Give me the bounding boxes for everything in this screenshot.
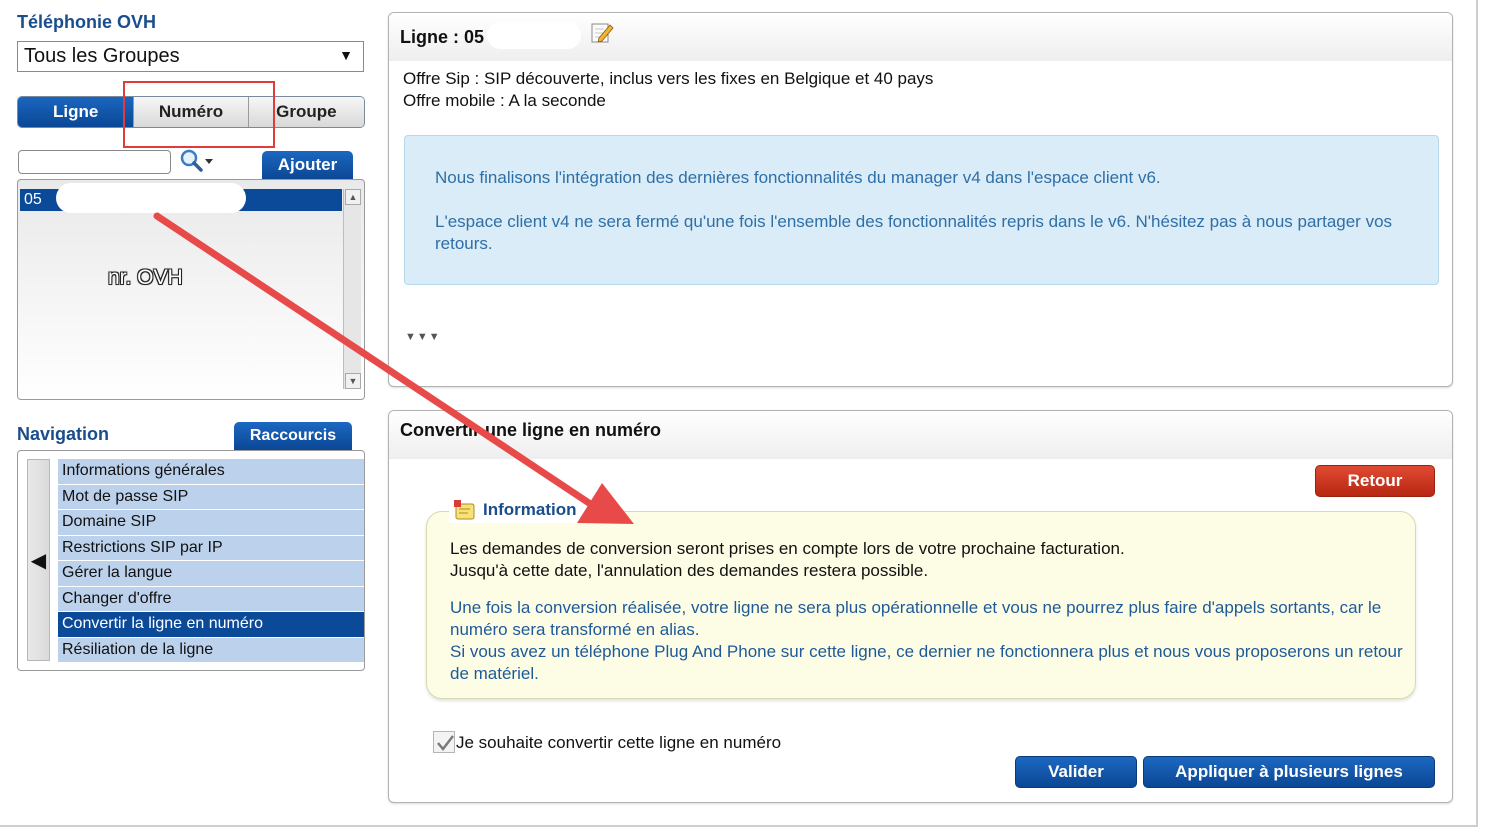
offer-mobile-text: Offre mobile : A la seconde: [403, 91, 606, 110]
scroll-up-icon[interactable]: ▲: [345, 189, 361, 205]
shortcuts-tab[interactable]: Raccourcis: [234, 422, 352, 450]
collapse-arrow-icon[interactable]: ◀: [27, 459, 50, 661]
add-button[interactable]: Ajouter: [262, 151, 353, 179]
back-button[interactable]: Retour: [1315, 465, 1435, 497]
frame-border: [0, 825, 1478, 827]
info-text: Une fois la conversion réalisée, votre l…: [450, 598, 1382, 639]
nav-item-mot-de-passe[interactable]: Mot de passe SIP: [58, 484, 364, 510]
info-paragraph: Les demandes de conversion seront prises…: [450, 538, 1125, 582]
nav-item-domaine[interactable]: Domaine SIP: [58, 510, 364, 536]
information-header: Information: [449, 497, 585, 523]
info-text: Si vous avez un téléphone Plug And Phone…: [450, 642, 1403, 683]
offer-sip-text: Offre Sip : SIP découverte, inclus vers …: [403, 69, 934, 88]
confirm-checkbox-label[interactable]: Je souhaite convertir cette ligne en num…: [456, 733, 781, 753]
nav-item-resiliation[interactable]: Résiliation de la ligne: [58, 637, 364, 663]
scroll-down-icon[interactable]: ▼: [345, 373, 361, 389]
frame-border: [1476, 0, 1478, 826]
redaction-mask: [56, 183, 246, 213]
checkmark-icon: [437, 735, 454, 751]
validate-button[interactable]: Valider: [1015, 756, 1137, 788]
nav-item-langue[interactable]: Gérer la langue: [58, 561, 364, 587]
information-box: Les demandes de conversion seront prises…: [426, 511, 1416, 699]
info-text: Jusqu'à cette date, l'annulation des dem…: [450, 561, 929, 580]
nav-item-restrictions[interactable]: Restrictions SIP par IP: [58, 535, 364, 561]
nav-item-convertir[interactable]: Convertir la ligne en numéro: [58, 612, 364, 638]
nav-item-offre[interactable]: Changer d'offre: [58, 586, 364, 612]
info-message-line: L'espace client v4 ne sera fermé qu'une …: [435, 212, 1393, 253]
info-paragraph: Une fois la conversion réalisée, votre l…: [450, 597, 1410, 685]
annotation-highlight-box: [123, 81, 275, 148]
tab-ligne[interactable]: Ligne: [18, 97, 134, 127]
redaction-mask: [487, 22, 581, 49]
confirm-checkbox[interactable]: [433, 731, 455, 753]
note-icon: [454, 500, 475, 520]
search-icon[interactable]: [178, 148, 214, 174]
navigation-panel: ◀ Informations générales Mot de passe SI…: [17, 450, 365, 671]
navigation-title: Navigation: [17, 424, 110, 444]
info-text: Les demandes de conversion seront prises…: [450, 539, 1125, 558]
nav-item-informations[interactable]: Informations générales: [58, 459, 364, 485]
information-label: Information: [483, 500, 577, 519]
line-title: Ligne : 05: [400, 27, 485, 47]
line-list: 05 ▲ ▼ nr. OVH: [17, 179, 365, 400]
line-number-prefix: 05: [24, 191, 42, 208]
convert-panel: Convertir une ligne en numéro Retour Les…: [388, 410, 1453, 803]
search-input[interactable]: [18, 150, 171, 174]
dropdown-arrow-icon: ▼: [339, 47, 353, 63]
annotation-label: nr. OVH: [108, 266, 183, 289]
expand-icon[interactable]: ▼▼▼: [405, 331, 441, 343]
apply-multiple-lines-button[interactable]: Appliquer à plusieurs lignes: [1143, 756, 1435, 788]
info-message-line: Nous finalisons l'intégration des derniè…: [435, 168, 1161, 187]
group-select-value: Tous les Groupes: [24, 45, 180, 67]
edit-icon[interactable]: [590, 21, 614, 45]
group-select[interactable]: Tous les Groupes ▼: [17, 41, 364, 72]
line-panel: Ligne : 05 Offre Sip : SIP découverte, i…: [388, 12, 1453, 387]
navigation-list: Informations générales Mot de passe SIP …: [58, 459, 364, 663]
section-title: Téléphonie OVH: [17, 12, 157, 32]
scrollbar[interactable]: ▲ ▼: [343, 189, 361, 389]
info-message: Nous finalisons l'intégration des derniè…: [404, 135, 1439, 285]
convert-title: Convertir une ligne en numéro: [400, 420, 662, 440]
